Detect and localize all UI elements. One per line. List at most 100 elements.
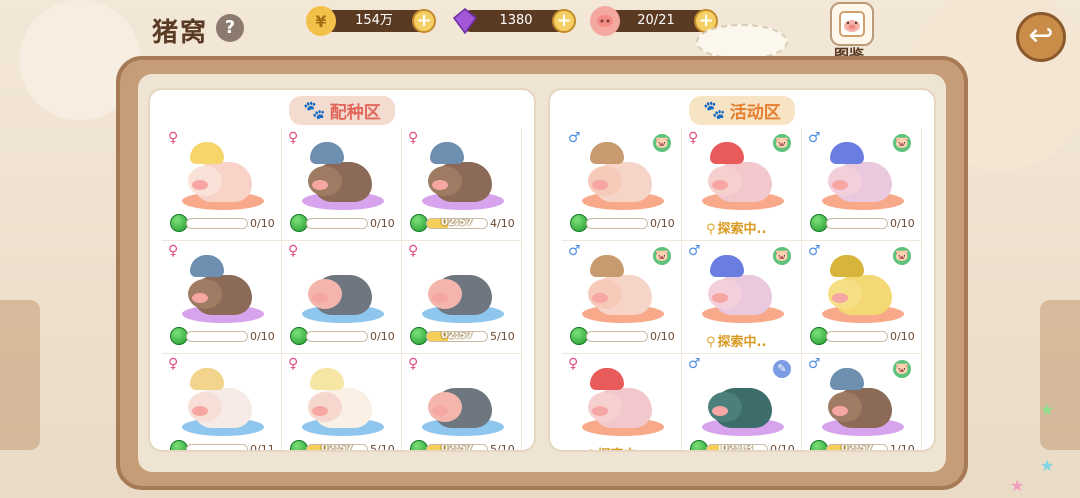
- star-decoration: ★: [1010, 476, 1025, 495]
- progress-row: 0/10: [170, 327, 280, 345]
- pig-figure[interactable]: [182, 368, 266, 436]
- pig-figure[interactable]: [702, 255, 786, 323]
- pig-headwear: [590, 142, 624, 164]
- progress-count: 0/10: [770, 443, 795, 452]
- progress-bar: 02:57: [426, 331, 488, 342]
- progress-bar: [186, 331, 248, 342]
- pig-snout: [312, 180, 328, 190]
- pig-figure[interactable]: [182, 142, 266, 210]
- left-stool-decoration: [0, 300, 40, 450]
- pig-slot[interactable]: ♀ 0/10: [162, 241, 282, 354]
- progress-bar: [826, 218, 888, 229]
- progress-count: 0/10: [370, 330, 395, 343]
- pig-figure[interactable]: [582, 255, 666, 323]
- pig-slot[interactable]: ♀ 0/10: [282, 128, 402, 241]
- add-gems-button[interactable]: +: [552, 9, 576, 33]
- pig-figure[interactable]: [702, 368, 786, 436]
- progress-count: 0/10: [250, 217, 275, 230]
- pig-slot[interactable]: ♀ 🐷 ⚲ 探索中..: [682, 128, 802, 241]
- pig-slot[interactable]: ♂ 🐷 0/10: [802, 241, 922, 354]
- female-icon: ♀: [168, 130, 179, 146]
- back-button[interactable]: ↩: [1016, 12, 1066, 62]
- progress-bar: 02:57: [826, 444, 888, 452]
- pig-figure[interactable]: [422, 255, 506, 323]
- pig-headwear: [590, 368, 624, 390]
- pig-count-value: 20/21: [637, 13, 675, 28]
- timer-label: 02:57: [841, 444, 873, 452]
- pig-figure[interactable]: [822, 255, 906, 323]
- progress-count: 0/10: [250, 330, 275, 343]
- pen-frame: 🐾 配种区 ♀ 0/10 ♀ 0/10 ♀ 02:57 4/10 ♀ 0/10 ♀ 0/10 ♀ 02:…: [116, 56, 968, 490]
- purple-gem-icon: [450, 6, 480, 36]
- pig-slot[interactable]: ♀ 0/10: [282, 241, 402, 354]
- pig-figure[interactable]: [302, 255, 386, 323]
- activity-title-pill: 🐾 活动区: [689, 95, 795, 125]
- pig-slot[interactable]: ♀ 02:57 4/10: [402, 128, 522, 241]
- gem-value: 1380: [499, 13, 533, 28]
- help-button[interactable]: ?: [216, 14, 244, 42]
- pig-slot[interactable]: ♂ 🐷 0/10: [562, 128, 682, 241]
- pig-snout: [432, 293, 448, 303]
- progress-row: 0/11: [170, 440, 280, 452]
- progress-row: 0/10: [290, 327, 400, 345]
- pig-snout: [432, 406, 448, 416]
- pig-headwear: [830, 142, 864, 164]
- green-gem-icon[interactable]: [170, 440, 188, 450]
- pig-figure[interactable]: [422, 368, 506, 436]
- pig-snout: [712, 293, 728, 303]
- pig-figure[interactable]: [582, 368, 666, 436]
- pig-headwear: [190, 142, 224, 164]
- pig-slot[interactable]: ♀ ⚲探索中: [562, 354, 682, 450]
- breeding-title: 配种区: [329, 102, 381, 123]
- pig-headwear: [310, 368, 344, 390]
- pig-slot[interactable]: ♀ 02:57 5/10: [282, 354, 402, 450]
- paw-icon: 🐾: [303, 99, 326, 121]
- pig-figure[interactable]: [182, 255, 266, 323]
- pig-snout: [432, 180, 448, 190]
- pig-figure[interactable]: [582, 142, 666, 210]
- pig-slot[interactable]: ♂ ✎ 02:13 0/10: [682, 354, 802, 452]
- pig-slot[interactable]: ♀ 02:57 5/10: [402, 354, 522, 450]
- exploring-label: 探索中..: [717, 222, 767, 237]
- pig-figure[interactable]: [422, 142, 506, 210]
- pig-face-icon: [590, 6, 620, 36]
- green-gem-icon[interactable]: [290, 440, 308, 450]
- pig-figure[interactable]: [702, 142, 786, 210]
- pig-slot[interactable]: ♀ 0/11: [162, 354, 282, 452]
- progress-row: 0/10: [810, 214, 920, 232]
- pig-slot[interactable]: ♂ 🐷 0/10: [802, 128, 922, 241]
- pig-figure[interactable]: [822, 368, 906, 436]
- right-stool-decoration: [1040, 300, 1080, 450]
- add-gold-button[interactable]: +: [412, 9, 436, 33]
- pig-snout: [192, 293, 208, 303]
- pig-figure[interactable]: [302, 142, 386, 210]
- pig-slot[interactable]: ♂ 🐷 ⚲ 探索中..: [682, 241, 802, 354]
- green-gem-icon[interactable]: [690, 440, 708, 450]
- pig-figure[interactable]: [302, 368, 386, 436]
- pig-slot[interactable]: ♂ 🐷 02:57 1/10: [802, 354, 922, 452]
- pig-snout: [592, 180, 608, 190]
- activity-panel: 🐾 活动区 ♂ 🐷 0/10 ♀ 🐷 ⚲ 探索中.. ♂ 🐷 0/10 ♂ 🐷 0/10 ♂ 🐷 ⚲ 探索中..…: [548, 88, 936, 452]
- progress-count: 0/11: [250, 443, 275, 452]
- progress-bar: 02:57: [426, 218, 488, 229]
- female-icon: ♀: [288, 356, 299, 372]
- exploring-label: 探索中: [598, 448, 637, 450]
- pig-slot[interactable]: ♂ 🐷 0/10: [562, 241, 682, 354]
- green-gem-icon[interactable]: [410, 440, 428, 450]
- pig-headwear: [590, 255, 624, 277]
- pig-snout: [312, 293, 328, 303]
- pig-snout: [832, 406, 848, 416]
- progress-bar: 02:13: [706, 444, 768, 450]
- pig-headwear: [710, 142, 744, 164]
- atlas-button[interactable]: [830, 2, 874, 46]
- progress-row: 02:57 5/10: [410, 440, 520, 450]
- pig-snout: [832, 293, 848, 303]
- female-icon: ♀: [288, 130, 299, 146]
- pig-slot[interactable]: ♀ 02:57 5/10: [402, 241, 522, 354]
- green-gem-icon[interactable]: [810, 440, 828, 450]
- location-pin-icon: ⚲: [706, 335, 716, 350]
- pig-slot[interactable]: ♀ 0/10: [162, 128, 282, 241]
- pig-headwear: [830, 368, 864, 390]
- pig-figure[interactable]: [822, 142, 906, 210]
- progress-count: 0/10: [650, 330, 675, 343]
